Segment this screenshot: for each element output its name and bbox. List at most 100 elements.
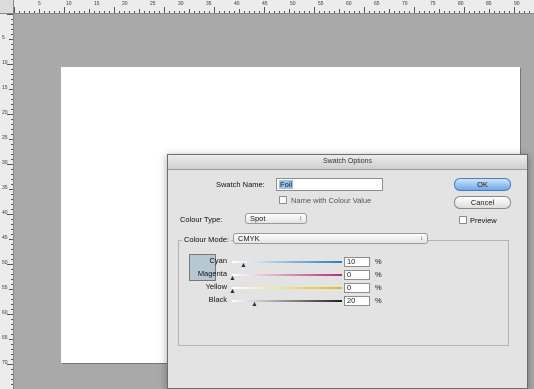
ruler-number: 45	[262, 1, 268, 7]
ruler-tick	[11, 79, 13, 80]
ruler-tick	[199, 11, 200, 13]
colour-mode-label: Colour Mode:	[182, 235, 232, 244]
ruler-tick	[11, 354, 13, 355]
ruler-tick	[84, 11, 85, 13]
ruler-tick	[11, 144, 13, 145]
ruler-tick	[11, 254, 13, 255]
ruler-tick	[169, 11, 170, 13]
ruler-tick	[11, 124, 13, 125]
ruler-tick	[11, 229, 13, 230]
slider-thumb-magenta[interactable]: ▲	[229, 275, 236, 282]
ruler-number: 70	[2, 360, 8, 366]
slider-value-yellow[interactable]: 0	[344, 283, 370, 293]
updown-arrows-icon: ↕	[420, 236, 423, 242]
slider-label-black: Black	[208, 295, 227, 304]
colour-mode-select[interactable]: CMYK ↕	[233, 233, 428, 244]
ruler-tick	[9, 39, 13, 40]
ruler-tick	[11, 284, 13, 285]
ruler-tick	[484, 11, 485, 13]
ruler-tick	[11, 84, 13, 85]
ruler-number: 50	[290, 1, 296, 7]
ruler-tick	[279, 11, 280, 13]
ruler-tick	[349, 11, 350, 13]
ruler-tick	[284, 11, 285, 13]
ruler-tick	[11, 329, 13, 330]
ruler-tick	[494, 11, 495, 13]
ruler-tick	[204, 11, 205, 13]
ruler-tick	[9, 139, 13, 140]
ruler-tick	[11, 349, 13, 350]
preview-checkbox[interactable]	[459, 216, 467, 224]
horizontal-ruler[interactable]: 5 10 15 20 25 30 35 40 45 50 55 60 65 70 75 80 85 90	[0, 0, 534, 14]
ruler-tick	[11, 319, 13, 320]
ruler-number: 65	[2, 335, 8, 341]
ruler-number: 5	[2, 35, 5, 41]
ruler-tick	[514, 7, 515, 13]
ruler-tick	[11, 104, 13, 105]
slider-value-magenta[interactable]: 0	[344, 270, 370, 280]
ruler-tick	[404, 11, 405, 13]
slider-value-cyan[interactable]: 10	[344, 257, 370, 267]
ruler-tick	[11, 19, 13, 20]
slider-thumb-yellow[interactable]: ▲	[229, 288, 236, 295]
ruler-tick	[474, 11, 475, 13]
ruler-tick	[11, 374, 13, 375]
ruler-tick	[44, 11, 45, 13]
ruler-tick	[9, 289, 13, 290]
slider-track-cyan[interactable]	[232, 261, 342, 263]
ruler-number: 85	[486, 1, 492, 7]
swatch-name-input[interactable]: Foil	[276, 178, 383, 191]
ruler-tick	[9, 89, 13, 90]
ruler-tick	[129, 11, 130, 13]
ruler-tick	[429, 11, 430, 13]
ruler-tick	[154, 11, 155, 13]
ruler-number: 70	[402, 1, 408, 7]
ruler-tick	[11, 99, 13, 100]
cancel-button[interactable]: Cancel	[454, 196, 511, 209]
ruler-tick	[504, 11, 505, 13]
ruler-tick	[369, 11, 370, 13]
slider-value-black[interactable]: 20	[344, 296, 370, 306]
vertical-ruler[interactable]: 5 10 15 20 25 30 35 40 45 50 55 60 65 70	[0, 14, 14, 389]
slider-track-magenta[interactable]	[232, 274, 342, 276]
ruler-tick	[144, 11, 145, 13]
ruler-tick	[11, 184, 13, 185]
swatch-options-dialog: Swatch Options Swatch Name: Foil Name wi…	[167, 154, 528, 389]
dialog-title[interactable]: Swatch Options	[168, 155, 527, 170]
slider-track-black[interactable]	[232, 300, 342, 302]
slider-thumb-cyan[interactable]: ▲	[240, 262, 247, 269]
ruler-tick	[319, 11, 320, 13]
ruler-tick	[11, 34, 13, 35]
ruler-number: 65	[374, 1, 380, 7]
ruler-tick	[364, 7, 365, 13]
ruler-tick	[11, 159, 13, 160]
ok-button[interactable]: OK	[454, 178, 511, 191]
ruler-tick	[224, 11, 225, 13]
ruler-tick	[334, 11, 335, 13]
ruler-tick	[11, 274, 13, 275]
ruler-tick	[209, 11, 210, 13]
slider-track-yellow[interactable]	[232, 287, 342, 289]
ruler-number: 40	[234, 1, 240, 7]
ruler-tick	[159, 11, 160, 13]
ruler-tick	[11, 379, 13, 380]
colour-type-select[interactable]: Spot ↕	[245, 213, 307, 224]
slider-thumb-black[interactable]: ▲	[251, 301, 258, 308]
ruler-number: 15	[2, 85, 8, 91]
ruler-tick	[11, 119, 13, 120]
ruler-number: 25	[150, 1, 156, 7]
ruler-tick	[214, 7, 215, 13]
ruler-number: 55	[318, 1, 324, 7]
ruler-tick	[519, 11, 520, 13]
ruler-tick	[11, 204, 13, 205]
ruler-origin[interactable]	[0, 0, 14, 14]
ruler-number: 55	[2, 285, 8, 291]
ruler-tick	[14, 7, 15, 13]
ruler-tick	[39, 9, 40, 13]
ruler-tick	[444, 11, 445, 13]
ruler-tick	[11, 109, 13, 110]
ruler-tick	[309, 11, 310, 13]
name-with-colour-value-checkbox[interactable]	[279, 196, 287, 204]
ruler-number: 35	[206, 1, 212, 7]
ruler-tick	[11, 194, 13, 195]
